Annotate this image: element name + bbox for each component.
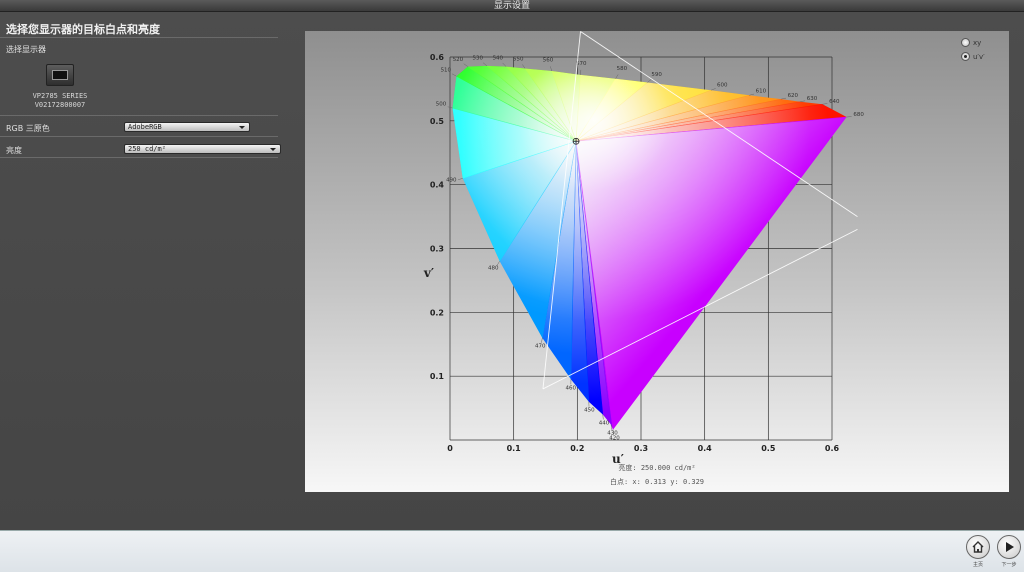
radio-xy-label: xy [973,38,982,47]
monitor-serial: V02172800007 [34,101,86,109]
chevron-down-icon [239,126,245,129]
radio-xy[interactable]: xy [961,38,981,47]
wavelength-tick [615,74,619,79]
wavelength-tick [749,93,755,96]
home-label: 主页 [972,562,983,568]
rgb-primaries-value: AdobeRGB [128,123,162,131]
y-tick-label: 0.1 [430,372,445,381]
x-tick-label: 0.3 [634,444,648,453]
window-titlebar: 显示设置 [0,0,1024,12]
wavelength-label: 460 [565,385,576,391]
wavelength-label: 610 [756,89,767,95]
wavelength-label: 540 [493,55,504,61]
wavelength-label: 530 [473,55,484,61]
divider [0,115,278,116]
next-button[interactable] [997,535,1021,559]
wavelength-label: 470 [535,344,546,350]
wavelength-tick [550,66,553,72]
wavelength-label: 600 [717,83,728,89]
wavelength-tick [710,88,716,91]
wavelength-tick [781,97,787,100]
wavelength-tick [541,337,543,343]
wavelength-label: 500 [436,101,447,107]
cie-uv-chart[interactable]: 420430440450460470480490500510520 530 540 5… [305,31,1009,492]
whitepoint-readout: 白点: x: 0.313 y: 0.329 [609,478,705,486]
wavelength-tick [800,100,806,102]
chromaticity-panel: 420 430 440 450 460 470 480 490 500 510 520 530 540 5… [305,31,1009,492]
wavelength-label: 680 [853,112,864,118]
chevron-down-icon [270,148,276,151]
home-icon [972,541,984,553]
brightness-select[interactable]: 250 cd/m² [124,144,281,154]
wavelength-label: 430 [607,431,618,437]
wavelength-tick [647,79,652,83]
y-tick-label: 0.3 [430,245,444,254]
y-tick-label: 0.2 [430,308,444,317]
y-axis-label: v′ [423,266,434,280]
wavelength-label: 490 [446,177,457,183]
divider [0,157,278,158]
wavelength-tick [451,73,457,77]
wavelength-tick [822,103,828,105]
radio-uv-circle[interactable] [961,52,970,61]
x-tick-label: 0.4 [698,444,713,453]
wavelength-tick [502,62,507,67]
white-glow [452,65,847,430]
y-tick-label: 0.6 [430,53,445,62]
wavelength-label: 620 [788,93,799,99]
wavelength-label: 560 [543,58,554,64]
wavelength-label: 630 [807,96,818,102]
home-button[interactable] [966,535,990,559]
wavelength-tick [482,62,488,67]
wavelength-label: 580 [617,66,628,72]
wavelength-label: 440 [599,420,610,426]
x-tick-label: 0.6 [825,444,840,453]
wavelength-label: 590 [651,72,662,78]
select-display-label: 选择显示器 [6,45,46,54]
wavelength-label: 520 [453,57,464,63]
brightness-value: 250 cd/m² [128,145,166,153]
x-tick-label: 0 [447,444,453,453]
wavelength-label: 510 [441,67,452,73]
wavelength-tick [457,178,463,181]
wavelength-tick [463,63,468,67]
x-tick-label: 0.1 [507,444,522,453]
wavelength-label: 550 [513,56,524,62]
wavelength-label: 450 [584,408,595,414]
wavelength-tick [522,64,526,69]
brightness-readout: 亮度: 250.000 cd/m² [618,464,696,472]
y-tick-label: 0.4 [430,181,445,190]
brightness-label: 亮度 [6,146,22,155]
page-title: 选择您显示器的目标白点和亮度 [6,23,160,36]
x-tick-label: 0.2 [570,444,584,453]
next-label: 下一步 [1001,562,1017,568]
radio-uv-label: u′v′ [973,52,985,61]
radio-uv[interactable]: u′v′ [961,52,985,61]
divider [0,37,278,38]
rgb-primaries-select[interactable]: AdobeRGB [124,122,250,132]
monitor-icon-button[interactable] [46,64,74,86]
rgb-primaries-label: RGB 三原色 [6,124,50,133]
wavelength-label: 480 [488,266,499,272]
radio-xy-circle[interactable] [961,38,970,47]
monitor-model: VP2785 SERIES [32,92,88,100]
play-icon [1006,542,1014,552]
divider [0,136,278,137]
x-tick-label: 0.5 [761,444,776,453]
y-tick-label: 0.5 [430,117,445,126]
window-title: 显示设置 [493,1,530,11]
footer-bar: 主页 下一步 [0,530,1024,572]
wavelength-label: 640 [829,99,840,105]
